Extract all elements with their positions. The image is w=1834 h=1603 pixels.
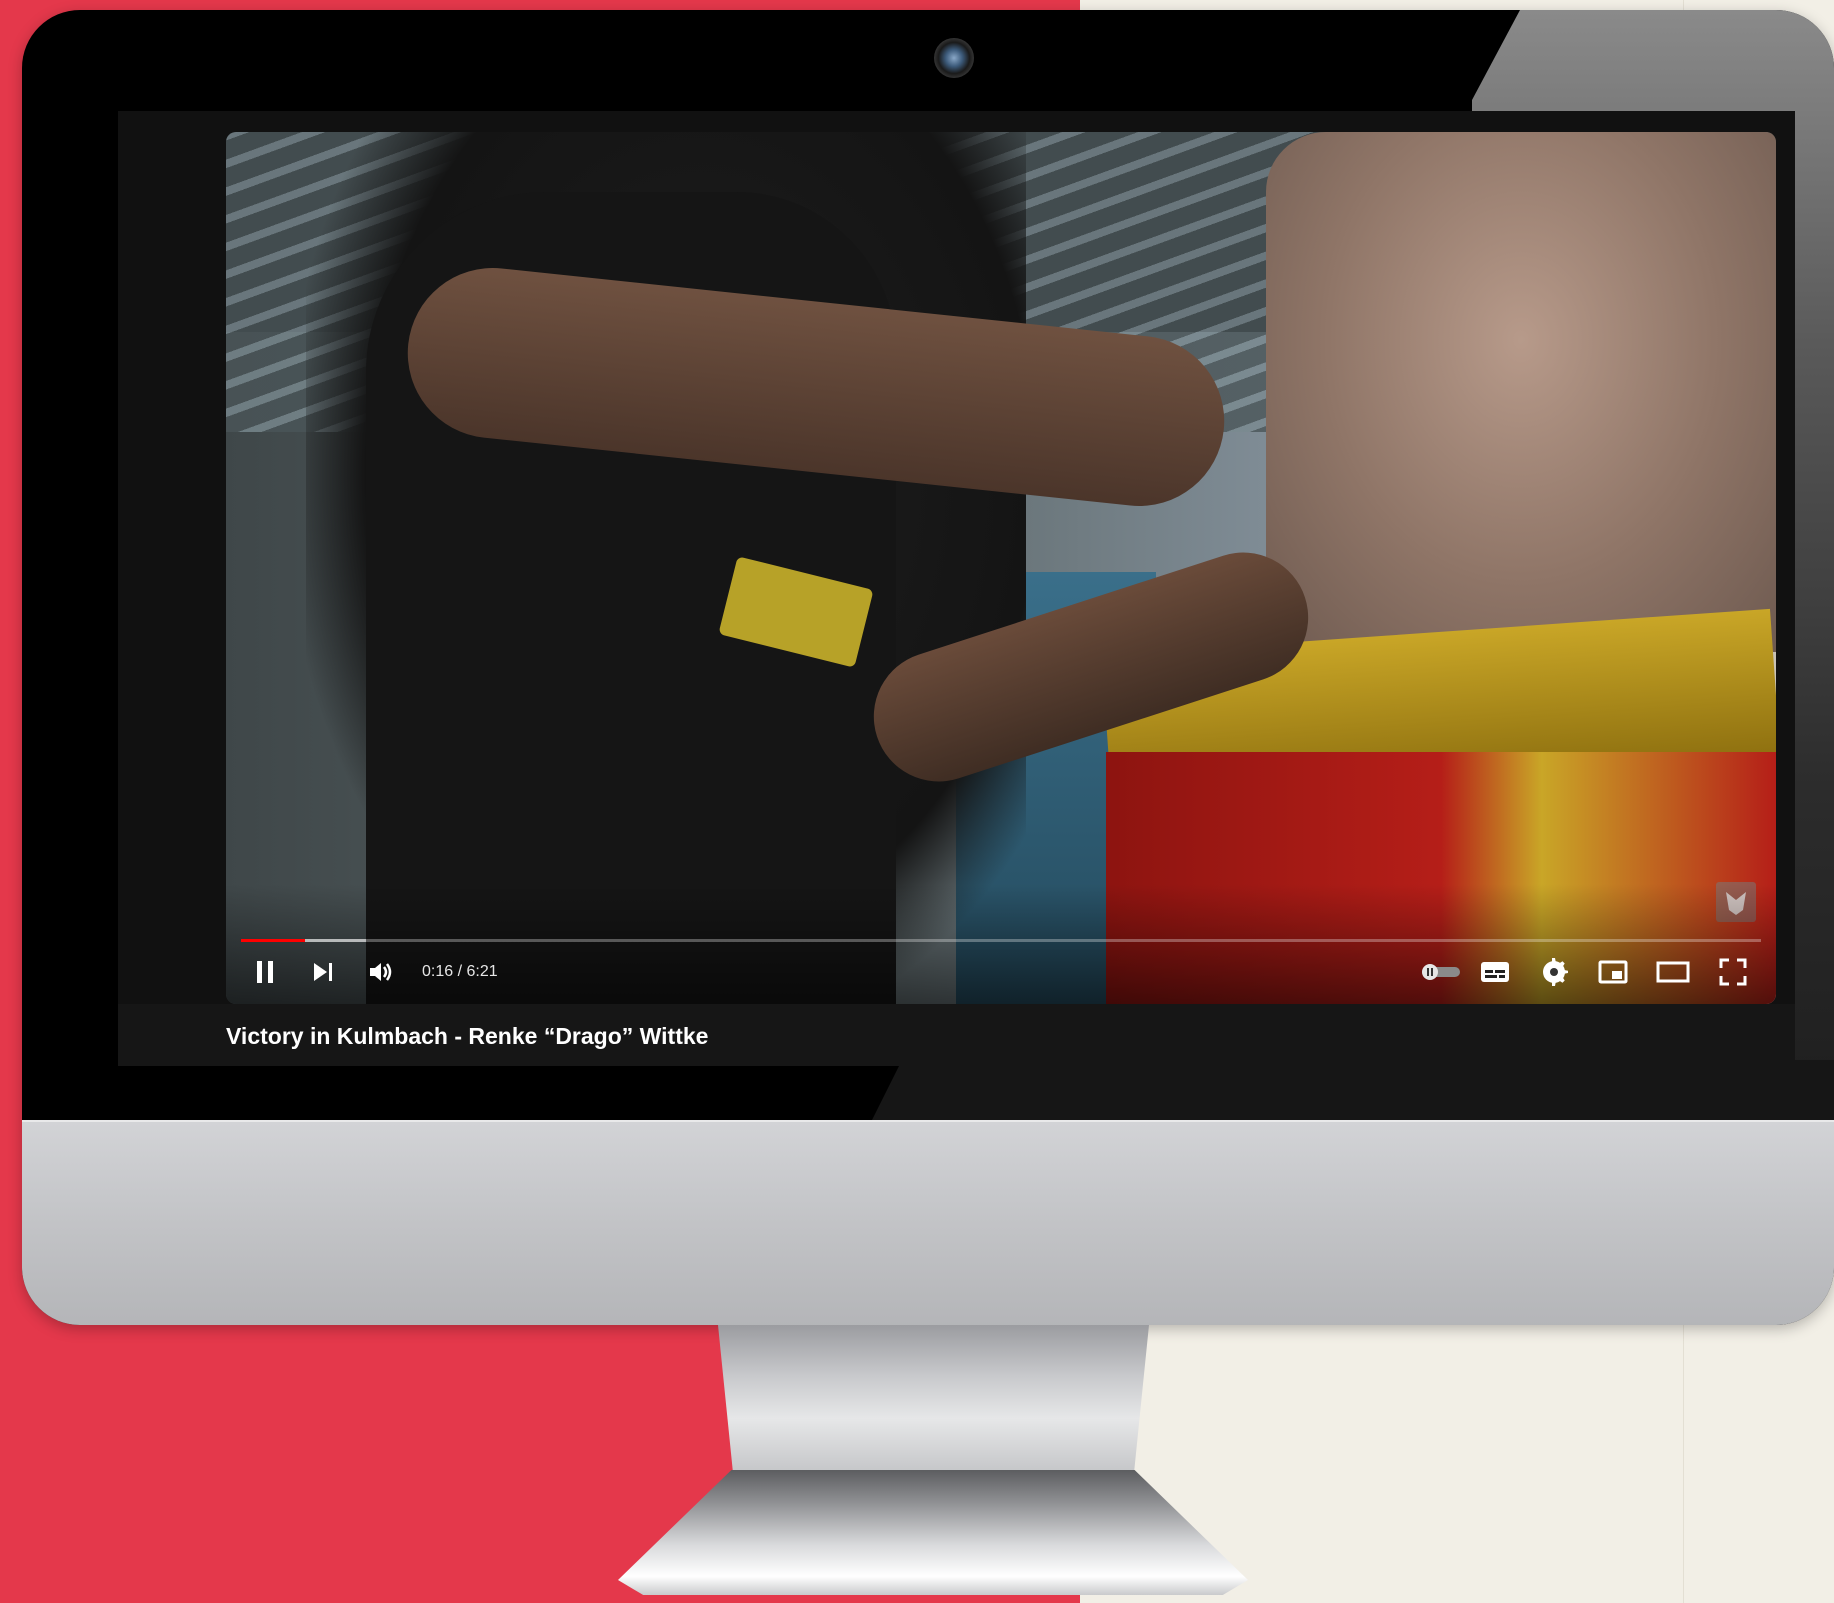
monitor: 0:16 / 6:21 Victory in Kulmbach - Renke … xyxy=(22,10,1834,1325)
next-icon xyxy=(314,963,332,981)
theater-mode-button[interactable] xyxy=(1654,956,1692,988)
video-player[interactable]: 0:16 / 6:21 xyxy=(226,132,1776,1004)
time-separator: / xyxy=(453,963,467,980)
settings-button[interactable] xyxy=(1537,956,1571,988)
screen-bezel-shade xyxy=(872,1060,1834,1120)
time-display: 0:16 / 6:21 xyxy=(422,963,498,981)
progress-played xyxy=(241,939,305,942)
time-current: 0:16 xyxy=(422,963,454,980)
video-frame-boxer xyxy=(1266,132,1776,652)
next-button[interactable] xyxy=(306,956,340,988)
monitor-stand-neck xyxy=(718,1325,1149,1495)
volume-icon xyxy=(370,963,392,981)
video-title[interactable]: Victory in Kulmbach - Renke “Drago” Witt… xyxy=(226,1023,708,1050)
monitor-stand-base xyxy=(618,1470,1248,1595)
subtitles-button[interactable] xyxy=(1478,956,1512,988)
settings-icon xyxy=(1543,958,1568,986)
fullscreen-button[interactable] xyxy=(1716,956,1750,988)
theater-mode-icon xyxy=(1656,961,1690,983)
screen: 0:16 / 6:21 Victory in Kulmbach - Renke … xyxy=(118,111,1795,1066)
monitor-chin xyxy=(22,1120,1834,1325)
subtitles-icon xyxy=(1481,962,1509,982)
miniplayer-icon xyxy=(1598,960,1628,984)
autoplay-toggle-icon xyxy=(1422,964,1460,980)
pause-button[interactable] xyxy=(248,956,282,988)
miniplayer-button[interactable] xyxy=(1596,956,1630,988)
autoplay-toggle[interactable] xyxy=(1418,956,1464,988)
camera-icon xyxy=(934,38,974,78)
time-total: 6:21 xyxy=(466,963,498,980)
fullscreen-icon xyxy=(1719,958,1747,986)
volume-button[interactable] xyxy=(364,956,398,988)
progress-bar[interactable] xyxy=(241,939,1761,942)
pause-icon xyxy=(257,961,273,983)
